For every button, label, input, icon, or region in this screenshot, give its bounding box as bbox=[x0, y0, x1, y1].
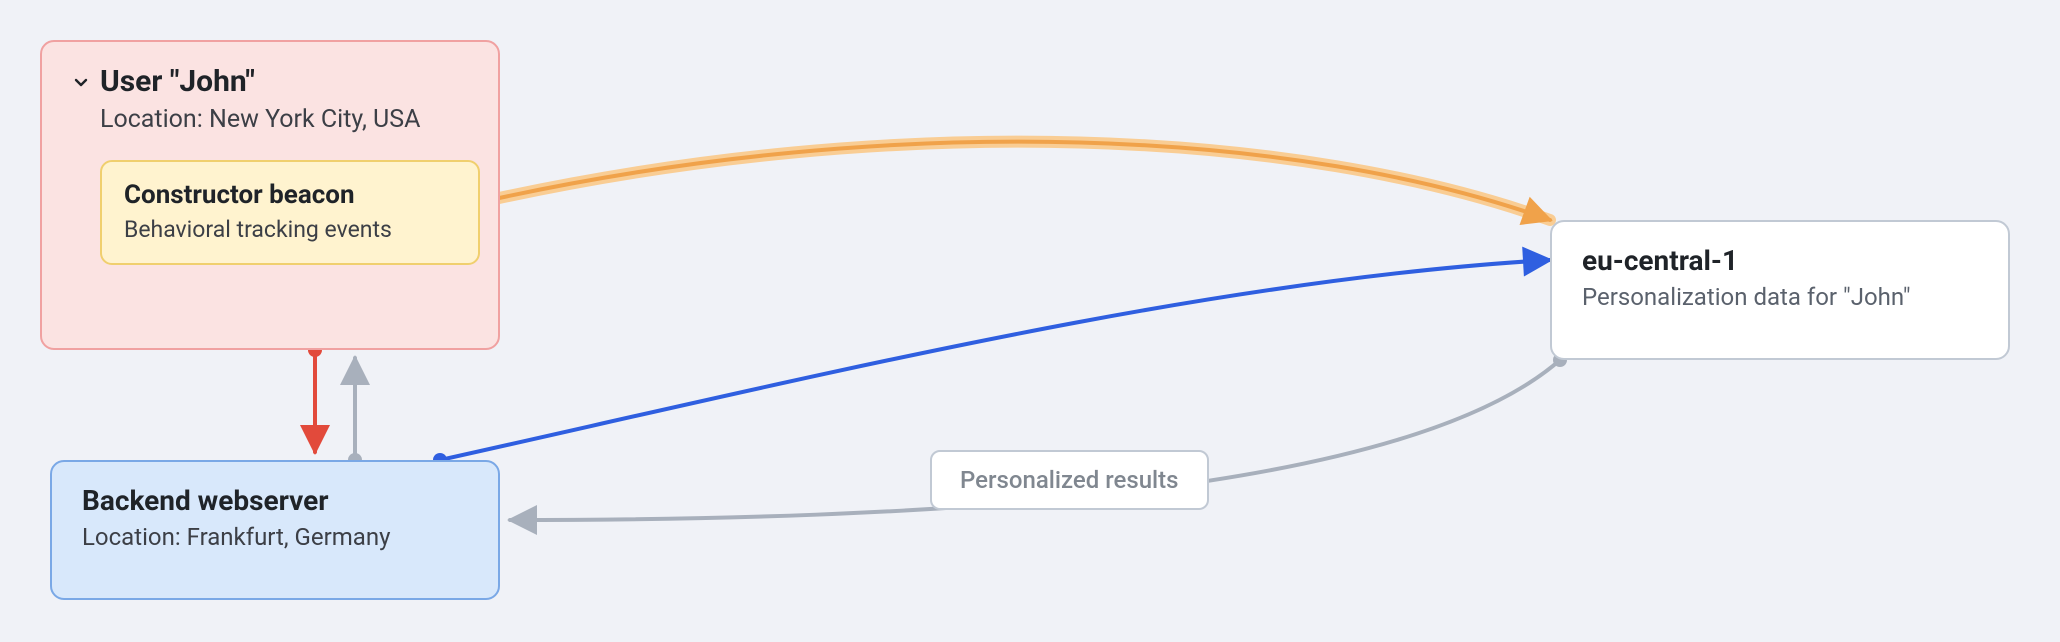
edge-beacon-to-region bbox=[490, 142, 1550, 220]
diagram-canvas: User "John" Location: New York City, USA… bbox=[0, 0, 2060, 642]
user-node-title: User "John" bbox=[100, 64, 255, 99]
region-node-subtitle: Personalization data for "John" bbox=[1582, 283, 1978, 311]
chevron-down-icon[interactable] bbox=[72, 73, 90, 91]
backend-node-title: Backend webserver bbox=[82, 484, 468, 517]
beacon-node-title: Constructor beacon bbox=[124, 180, 456, 210]
region-node-title: eu-central-1 bbox=[1582, 244, 1978, 277]
edge-label-personalized-results: Personalized results bbox=[930, 450, 1209, 510]
region-node[interactable]: eu-central-1 Personalization data for "J… bbox=[1550, 220, 2010, 360]
backend-node-subtitle: Location: Frankfurt, Germany bbox=[82, 523, 468, 551]
beacon-node-subtitle: Behavioral tracking events bbox=[124, 216, 456, 243]
user-node[interactable]: User "John" Location: New York City, USA… bbox=[40, 40, 500, 350]
edge-backend-to-region bbox=[440, 260, 1550, 460]
beacon-node[interactable]: Constructor beacon Behavioral tracking e… bbox=[100, 160, 480, 265]
user-node-subtitle: Location: New York City, USA bbox=[100, 105, 468, 134]
edge-beacon-to-region-halo bbox=[490, 142, 1550, 220]
backend-node[interactable]: Backend webserver Location: Frankfurt, G… bbox=[50, 460, 500, 600]
